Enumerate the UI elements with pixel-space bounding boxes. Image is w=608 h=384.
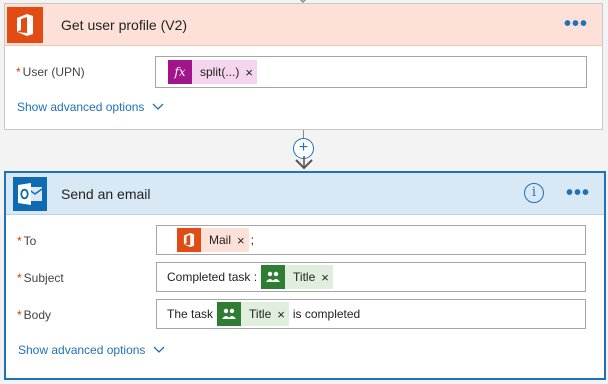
outlook-icon [13, 176, 47, 211]
show-advanced-options-link[interactable]: Show advanced options [18, 343, 165, 357]
remove-token-icon[interactable]: × [277, 307, 289, 322]
field-row-user-upn: * User (UPN) fx split(...) × [5, 56, 602, 88]
dynamic-token[interactable]: fx split(...) × [168, 60, 257, 84]
more-options-icon[interactable]: ••• [566, 183, 590, 203]
show-advanced-options-link[interactable]: Show advanced options [17, 100, 164, 114]
field-label: * To [17, 234, 37, 248]
card-header[interactable]: Send an email i ••• [6, 173, 604, 215]
field-label: * Subject [17, 271, 64, 285]
chevron-down-icon [153, 346, 165, 353]
more-options-icon[interactable]: ••• [564, 14, 588, 34]
field-label: * Body [17, 308, 52, 322]
dynamic-token[interactable]: Mail × [177, 228, 249, 252]
card-title: Get user profile (V2) [61, 16, 188, 33]
down-arrow-icon [295, 156, 313, 170]
subject-input[interactable]: Completed task : Title × [156, 262, 586, 292]
office-icon [7, 6, 43, 43]
field-label: * User (UPN) [16, 65, 85, 79]
field-row-subject: * Subject Completed task : Title × [6, 262, 604, 294]
office-icon [177, 228, 201, 252]
chevron-down-icon [152, 103, 164, 110]
get-user-profile-card[interactable]: Get user profile (V2) ••• * User (UPN) fx… [4, 3, 603, 130]
card-header[interactable]: Get user profile (V2) ••• [5, 4, 602, 46]
sharepoint-icon [261, 265, 286, 289]
user-upn-input[interactable]: fx split(...) × [155, 56, 587, 88]
card-title: Send an email [61, 185, 151, 202]
field-row-to: * To Mail × ; [6, 225, 604, 257]
remove-token-icon[interactable]: × [321, 270, 333, 285]
remove-token-icon[interactable]: × [237, 233, 249, 248]
fx-icon: fx [168, 60, 192, 84]
to-input[interactable]: Mail × ; [156, 225, 586, 255]
sharepoint-icon [217, 302, 242, 326]
info-icon[interactable]: i [524, 183, 544, 203]
dynamic-token[interactable]: Title × [261, 265, 333, 289]
send-an-email-card[interactable]: Send an email i ••• * To Mail × ; * Subjec… [4, 171, 606, 380]
field-row-body: * Body The task Title × is completed [6, 299, 604, 331]
dynamic-token[interactable]: Title × [217, 302, 289, 326]
remove-token-icon[interactable]: × [245, 65, 257, 80]
body-input[interactable]: The task Title × is completed [156, 299, 586, 329]
